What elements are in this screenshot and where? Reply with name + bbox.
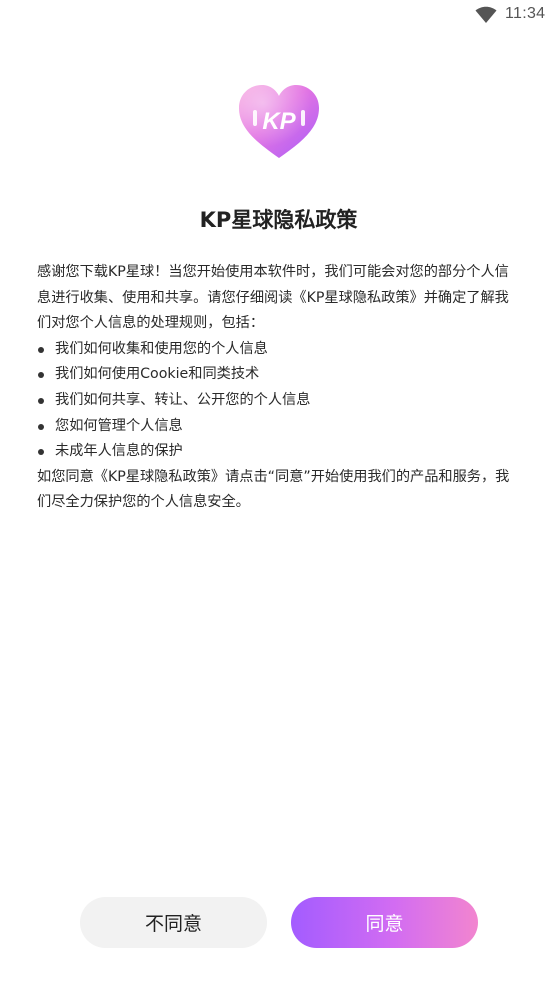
app-logo: KP [236,82,322,162]
bullet-dot-icon [38,449,44,456]
list-item-text: 我们如何收集和使用您的个人信息 [55,340,268,357]
list-item: 我们如何收集和使用您的个人信息 [37,337,523,363]
logo-text: KP [262,108,296,135]
heart-logo-icon: KP [239,85,319,158]
wifi-icon [475,6,497,23]
status-time: 11:34 [505,5,546,22]
list-item-text: 我们如何共享、转让、公开您的个人信息 [55,391,311,408]
list-item: 您如何管理个人信息 [37,414,523,440]
policy-content: 感谢您下载KP星球！当您开始使用本软件时，我们可能会对您的部分个人信息进行收集、… [37,260,523,516]
page-title: KP星球隐私政策 [199,208,358,232]
list-item: 我们如何使用Cookie和同类技术 [37,362,523,388]
agree-button[interactable]: 同意 [291,897,478,948]
policy-outro: 如您同意《KP星球隐私政策》请点击“同意”开始使用我们的产品和服务，我们尽全力保… [37,468,510,511]
bullet-dot-icon [38,397,44,404]
list-item-text: 未成年人信息的保护 [55,443,183,460]
policy-intro: 感谢您下载KP星球！当您开始使用本软件时，我们可能会对您的部分个人信息进行收集、… [37,264,509,332]
bullet-dot-icon [38,423,44,430]
policy-bullet-list: 我们如何收集和使用您的个人信息 我们如何使用Cookie和同类技术 我们如何共享… [37,337,523,465]
privacy-policy-screen: 11:34 KP KP星球隐私政策 感谢您下载KP星球！当您开始使用本软件时，我… [0,0,557,990]
status-bar: 11:34 [0,0,557,30]
list-item-text: 您如何管理个人信息 [55,417,183,434]
bullet-dot-icon [38,346,44,353]
list-item: 未成年人信息的保护 [37,439,523,465]
list-item: 我们如何共享、转让、公开您的个人信息 [37,388,523,414]
decline-button[interactable]: 不同意 [80,897,267,948]
list-item-text: 我们如何使用Cookie和同类技术 [55,366,260,383]
bullet-dot-icon [38,372,44,379]
